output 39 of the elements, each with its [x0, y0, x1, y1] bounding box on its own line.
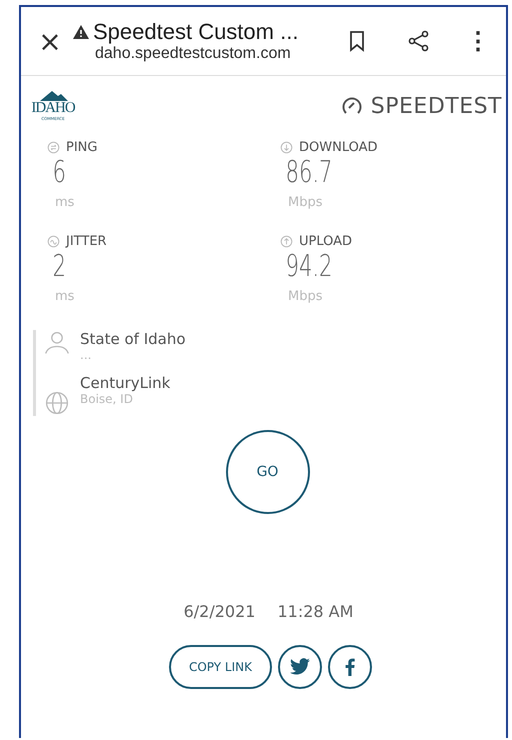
metric-label: JITTER [66, 234, 107, 249]
f-share-button[interactable] [328, 645, 372, 689]
brand-name: SPEEDTEST [370, 94, 502, 118]
f-letter-icon [345, 658, 355, 676]
result-date: 6/2/2021 [184, 602, 256, 621]
metric-unit: Mbps [288, 195, 322, 210]
connection-detail: Boise, ID [80, 392, 134, 406]
mountain-icon [38, 91, 68, 101]
page-title: Speedtest Custom ... [93, 19, 298, 45]
logo-text: IDAHO [31, 101, 75, 116]
close-button[interactable]: × [37, 24, 63, 58]
metric-unit: Mbps [288, 289, 322, 304]
metric-label: UPLOAD [299, 234, 352, 249]
warning-icon [73, 25, 89, 39]
metric-value: 86.7 [284, 155, 332, 191]
bird-share-button[interactable] [278, 645, 322, 689]
metric-label: DOWNLOAD [299, 140, 378, 155]
bird-icon [289, 658, 311, 676]
metric-label: PING [66, 140, 98, 155]
copy-link-button[interactable]: COPY LINK [168, 645, 272, 689]
wave-icon [47, 235, 60, 248]
ping-icon [47, 141, 60, 154]
person-icon [44, 330, 70, 356]
globe-icon [44, 390, 70, 416]
metric-unit: ms [55, 195, 74, 210]
metric-unit: ms [55, 289, 74, 304]
metric-value: 94.2 [284, 249, 332, 285]
connection-detail: ... [80, 348, 92, 362]
metric-value: 2 [52, 249, 66, 285]
connection-name: State of Idaho [80, 330, 186, 348]
menu-button[interactable]: ⋮ [464, 26, 492, 56]
page-url: daho.speedtestcustom.com [94, 45, 292, 63]
metric-value: 6 [52, 155, 66, 191]
share-icon[interactable] [408, 30, 430, 52]
connection-name: CenturyLink [80, 374, 170, 392]
upload-icon [280, 235, 293, 248]
go-button[interactable]: GO [226, 430, 310, 514]
download-icon [280, 141, 293, 154]
result-time: 11:28 AM [277, 602, 354, 621]
